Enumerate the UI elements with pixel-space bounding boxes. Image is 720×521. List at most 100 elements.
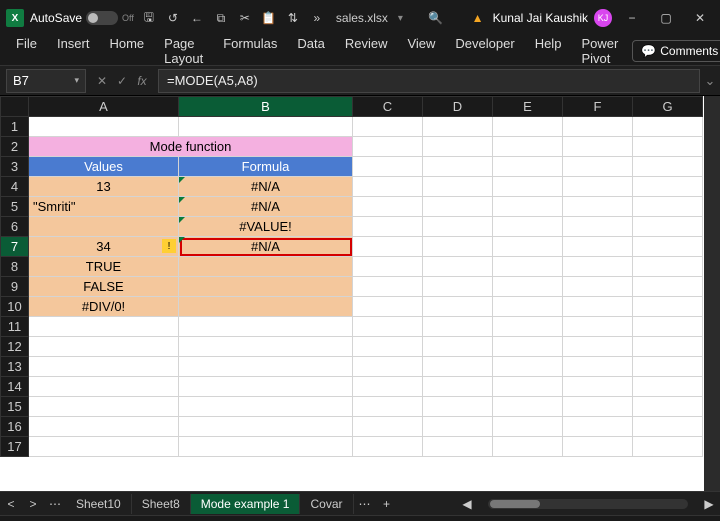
cell-E6[interactable] xyxy=(493,217,563,237)
row-header-6[interactable]: 6 xyxy=(1,217,29,237)
cell-A14[interactable] xyxy=(29,377,179,397)
ribbon-tab-help[interactable]: Help xyxy=(525,32,572,70)
cell-E11[interactable] xyxy=(493,317,563,337)
horizontal-scrollbar[interactable] xyxy=(488,499,688,509)
cell-F4[interactable] xyxy=(563,177,633,197)
cell-D7[interactable] xyxy=(423,237,493,257)
cell-G11[interactable] xyxy=(633,317,703,337)
cell-B11[interactable] xyxy=(179,317,353,337)
tab-nav-overflow[interactable]: ⋯ xyxy=(354,497,376,511)
ribbon-tab-developer[interactable]: Developer xyxy=(445,32,524,70)
row-header-15[interactable]: 15 xyxy=(1,397,29,417)
cell-B14[interactable] xyxy=(179,377,353,397)
row-header-16[interactable]: 16 xyxy=(1,417,29,437)
cell-D13[interactable] xyxy=(423,357,493,377)
cell-G16[interactable] xyxy=(633,417,703,437)
autosave-switch[interactable] xyxy=(86,11,118,25)
row-header-11[interactable]: 11 xyxy=(1,317,29,337)
cell-B5[interactable]: #N/A xyxy=(179,197,353,217)
cell-A8[interactable]: TRUE xyxy=(29,257,179,277)
sheet-tab-covar[interactable]: Covar xyxy=(300,494,353,514)
cell-A3[interactable]: Values xyxy=(29,157,179,177)
column-header-G[interactable]: G xyxy=(633,97,703,117)
cell-E16[interactable] xyxy=(493,417,563,437)
cancel-formula-icon[interactable]: ✕ xyxy=(94,74,110,88)
cell-E8[interactable] xyxy=(493,257,563,277)
cell-E17[interactable] xyxy=(493,437,563,457)
cell-C6[interactable] xyxy=(353,217,423,237)
chevron-down-icon[interactable]: ▾ xyxy=(74,75,79,86)
select-all-corner[interactable] xyxy=(1,97,29,117)
cell-F17[interactable] xyxy=(563,437,633,457)
cell-D2[interactable] xyxy=(423,137,493,157)
cell-D15[interactable] xyxy=(423,397,493,417)
cell-A12[interactable] xyxy=(29,337,179,357)
close-button[interactable]: ✕ xyxy=(686,11,714,25)
cell-D3[interactable] xyxy=(423,157,493,177)
cell-A7[interactable]: 34! xyxy=(29,237,179,257)
cell-F11[interactable] xyxy=(563,317,633,337)
cell-B17[interactable] xyxy=(179,437,353,457)
cell-G1[interactable] xyxy=(633,117,703,137)
cell-D8[interactable] xyxy=(423,257,493,277)
cell-F15[interactable] xyxy=(563,397,633,417)
account-button[interactable]: Kunal Jai Kaushik KJ xyxy=(493,9,612,27)
cell-C9[interactable] xyxy=(353,277,423,297)
sheet-tab-sheet10[interactable]: Sheet10 xyxy=(66,494,132,514)
tab-nav-prev[interactable]: < xyxy=(0,497,22,511)
vertical-scrollbar[interactable] xyxy=(704,96,720,491)
filename-chevron-icon[interactable]: ▾ xyxy=(398,13,403,24)
cell-C15[interactable] xyxy=(353,397,423,417)
cell-D5[interactable] xyxy=(423,197,493,217)
row-header-4[interactable]: 4 xyxy=(1,177,29,197)
cell-B16[interactable] xyxy=(179,417,353,437)
copy-icon[interactable]: ⧉ xyxy=(212,11,230,26)
cell-C4[interactable] xyxy=(353,177,423,197)
hscroll-left[interactable]: ◀ xyxy=(456,497,478,511)
cell-C13[interactable] xyxy=(353,357,423,377)
row-header-8[interactable]: 8 xyxy=(1,257,29,277)
minimize-button[interactable]: − xyxy=(618,11,646,25)
search-icon[interactable]: 🔍 xyxy=(427,11,445,25)
row-header-9[interactable]: 9 xyxy=(1,277,29,297)
column-header-B[interactable]: B xyxy=(179,97,353,117)
cell-D1[interactable] xyxy=(423,117,493,137)
error-indicator-icon[interactable]: ! xyxy=(162,239,176,253)
warning-icon[interactable]: ▲ xyxy=(469,11,487,25)
column-header-A[interactable]: A xyxy=(29,97,179,117)
cell-F1[interactable] xyxy=(563,117,633,137)
row-header-10[interactable]: 10 xyxy=(1,297,29,317)
cell-F12[interactable] xyxy=(563,337,633,357)
row-header-14[interactable]: 14 xyxy=(1,377,29,397)
cell-E4[interactable] xyxy=(493,177,563,197)
cell-B12[interactable] xyxy=(179,337,353,357)
cell-C7[interactable] xyxy=(353,237,423,257)
new-sheet-button[interactable]: + xyxy=(376,497,398,511)
cell-G7[interactable] xyxy=(633,237,703,257)
cell-D16[interactable] xyxy=(423,417,493,437)
cell-B9[interactable] xyxy=(179,277,353,297)
cell-G2[interactable] xyxy=(633,137,703,157)
cell-F13[interactable] xyxy=(563,357,633,377)
cell-F8[interactable] xyxy=(563,257,633,277)
cell-C1[interactable] xyxy=(353,117,423,137)
cell-A13[interactable] xyxy=(29,357,179,377)
cell-B7[interactable]: #N/A xyxy=(179,237,353,257)
cell-A9[interactable]: FALSE xyxy=(29,277,179,297)
cell-E15[interactable] xyxy=(493,397,563,417)
sheet-tab-sheet8[interactable]: Sheet8 xyxy=(132,494,191,514)
cell-D12[interactable] xyxy=(423,337,493,357)
ribbon-tab-data[interactable]: Data xyxy=(287,32,334,70)
cell-C17[interactable] xyxy=(353,437,423,457)
autosave-toggle[interactable]: AutoSave Off xyxy=(30,11,134,25)
ribbon-tab-formulas[interactable]: Formulas xyxy=(213,32,287,70)
column-header-D[interactable]: D xyxy=(423,97,493,117)
cell-E1[interactable] xyxy=(493,117,563,137)
cell-F3[interactable] xyxy=(563,157,633,177)
cell-F9[interactable] xyxy=(563,277,633,297)
cell-D17[interactable] xyxy=(423,437,493,457)
cell-G4[interactable] xyxy=(633,177,703,197)
cell-G6[interactable] xyxy=(633,217,703,237)
row-header-13[interactable]: 13 xyxy=(1,357,29,377)
cell-B13[interactable] xyxy=(179,357,353,377)
